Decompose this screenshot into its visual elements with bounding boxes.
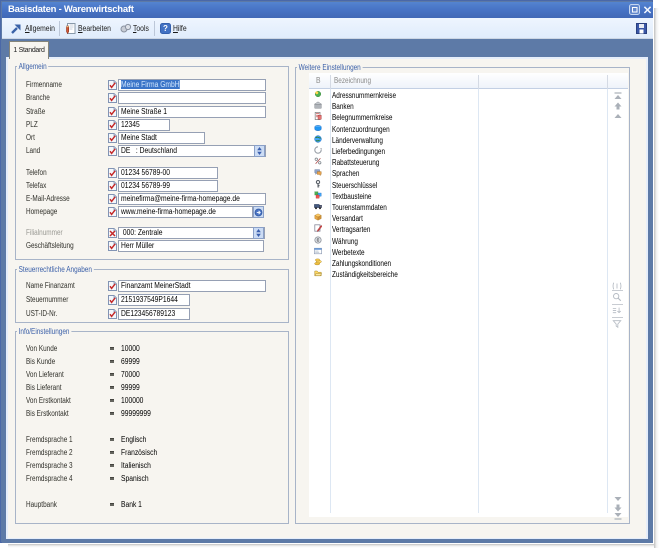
svg-text:¢: ¢ bbox=[317, 238, 320, 244]
